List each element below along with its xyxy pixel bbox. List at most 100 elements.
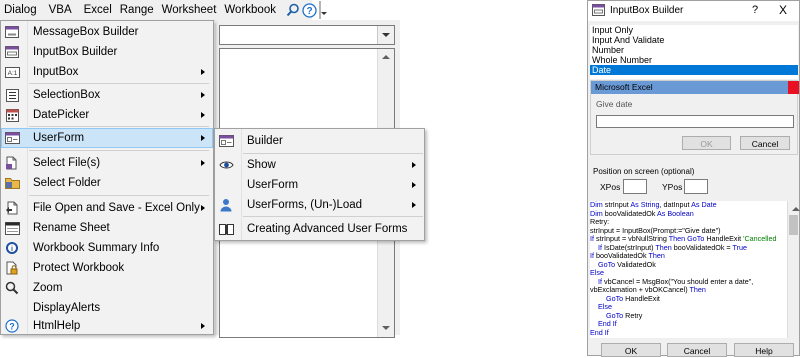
input-type-list[interactable]: Input Only Input And Validate Number Who… [590,25,798,79]
submenu-item-advanced-userforms[interactable]: Creating Advanced User Forms [215,219,424,239]
menu-item-messagebox-builder[interactable]: MessageBox Builder [1,22,213,42]
menu-workbook[interactable]: Workbook [220,0,280,20]
close-button[interactable]: X [779,3,787,17]
menu-item-inputbox-builder[interactable]: InputBox Builder [1,42,213,62]
builder-icon [218,133,234,149]
menu-worksheet[interactable]: Worksheet [158,0,221,20]
menu-item-label: HtmlHelp [33,320,81,332]
menu-item-zoom[interactable]: Zoom [1,278,213,298]
submenu-arrow-icon [201,135,205,141]
menu-item-label: InputBox [33,66,79,78]
scroll-thumb[interactable] [789,215,798,235]
book-icon [218,221,234,237]
inputbox-builder-icon [4,44,20,60]
code-token: 'Cancelled [743,234,777,243]
app-icon [592,4,605,19]
list-item[interactable]: Input Only [590,25,798,35]
cancel-button[interactable]: Cancel [667,343,727,357]
ypos-label: YPos [662,182,683,192]
code-preview[interactable]: Dim strInput As String, datInput As Date… [590,201,787,338]
code-token: HandleExit [623,293,660,303]
code-line: End If [590,327,787,338]
list-item[interactable]: Whole Number [590,55,798,65]
ok-button[interactable]: OK [601,343,661,357]
menu-separator [243,153,423,154]
menu-item-workbook-summary[interactable]: i Workbook Summary Info [1,238,213,258]
scroll-down-icon[interactable] [378,321,394,335]
userform-submenu: Builder Show UserForm UserForms, (Un-)Lo… [214,128,425,241]
file-open-save-icon [4,200,20,216]
menu-item-selectionbox[interactable]: SelectionBox [1,85,213,105]
menu-item-label: Select Folder [33,177,101,189]
preview-prompt: Give date [596,99,633,109]
menu-excel[interactable]: Excel [80,0,116,20]
menu-item-label: UserForm [33,132,85,144]
code-token: Retry [623,310,643,320]
menu-item-label: Show [247,159,276,171]
code-line: GoTo HandleExit [590,293,787,304]
eye-icon [218,157,234,173]
submenu-arrow-icon [201,205,205,211]
ypos-input[interactable] [684,179,708,194]
menu-item-label: UserForm [247,179,299,191]
menu-item-htmlhelp[interactable]: ? HtmlHelp [1,316,213,336]
menu-item-label: Protect Workbook [33,262,125,274]
preview-ok-button: OK [682,136,731,150]
search-icon[interactable] [286,2,300,18]
code-line: End If [590,319,787,329]
list-item-selected[interactable]: Date [590,65,798,75]
dialog-title: InputBox Builder [610,5,684,16]
menu-item-select-folder[interactable]: Select Folder [1,173,213,193]
list-item[interactable]: Input And Validate [590,35,798,45]
svg-text:?: ? [9,322,15,332]
protect-workbook-icon [4,260,20,276]
menu-item-inputbox[interactable]: A:1 InputBox [1,62,213,82]
menu-item-label: InputBox Builder [33,46,118,58]
menu-item-label: UserForms, (Un-)Load [247,199,363,211]
menu-item-userform[interactable]: UserForm [1,128,213,148]
menu-item-displayalerts[interactable]: DisplayAlerts [1,298,213,318]
code-token: Then [689,285,706,294]
submenu-arrow-icon [412,162,416,168]
submenu-item-userforms-load[interactable]: UserForms, (Un-)Load [215,195,424,215]
menu-item-protect-workbook[interactable]: Protect Workbook [1,258,213,278]
selectionbox-icon [4,87,20,103]
menu-item-label: Zoom [33,282,63,294]
code-scrollbar[interactable] [787,201,800,338]
code-line: GoTo Retry [590,310,787,321]
menu-item-label: Select File(s) [33,157,101,169]
background-combo[interactable] [219,25,395,45]
position-title: Position on screen (optional) [593,167,695,176]
menu-item-datepicker[interactable]: DatePicker [1,105,213,125]
list-item[interactable]: Number [590,45,798,55]
menu-dialog[interactable]: Dialog [0,0,41,20]
toolbar-options-icon[interactable] [318,1,327,19]
chevron-down-icon[interactable] [377,26,394,44]
menu-item-rename-sheet[interactable]: Rename Sheet [1,218,213,238]
submenu-item-show[interactable]: Show [215,155,424,175]
user-icon [218,197,234,213]
scroll-up-icon[interactable] [378,51,394,65]
help-icon: ? [4,318,20,334]
menu-item-label: File Open and Save - Excel Only [33,202,200,214]
preview-cancel-button: Cancel [740,136,790,150]
xpos-input[interactable] [623,179,647,194]
menu-separator [29,126,209,127]
submenu-arrow-icon [412,202,416,208]
code-token: As Boolean [657,208,694,218]
xpos-label: XPos [600,182,621,192]
menu-range[interactable]: Range [116,0,158,20]
inputbox-icon: A:1 [4,64,20,80]
submenu-item-userform[interactable]: UserForm [215,175,424,195]
menu-item-label: MessageBox Builder [33,26,139,38]
menu-item-file-open-save[interactable]: File Open and Save - Excel Only [1,198,213,218]
help-button[interactable]: ? [752,4,758,16]
submenu-item-builder[interactable]: Builder [215,131,424,151]
svg-text:?: ? [306,6,312,17]
submenu-arrow-icon [201,160,205,166]
help-icon[interactable]: ? [302,2,317,18]
code-token: End If [590,327,609,337]
help-dialog-button[interactable]: Help [734,343,794,357]
menu-item-select-files[interactable]: Select File(s) [1,153,213,173]
menu-vba[interactable]: VBA [45,0,76,20]
